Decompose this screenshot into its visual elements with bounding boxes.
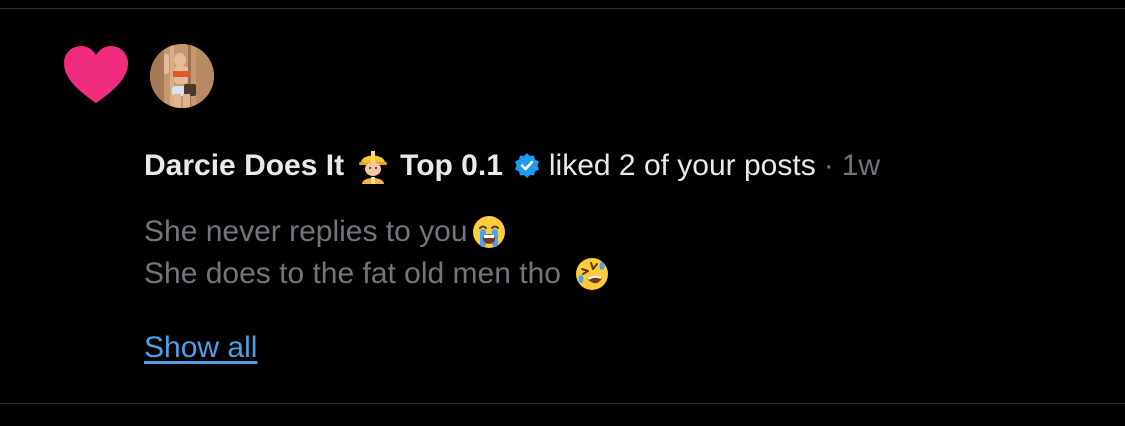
- post-line-text: She never replies to you: [144, 215, 468, 248]
- user-name[interactable]: Darcie Does It: [144, 146, 344, 186]
- separator: ·: [823, 149, 834, 182]
- bottom-divider: [0, 403, 1125, 404]
- post-line: She never replies to you: [144, 211, 609, 253]
- top-divider: [0, 8, 1125, 9]
- avatar[interactable]: [150, 44, 214, 108]
- avatar-image: [150, 44, 214, 108]
- verified-badge-icon: [514, 153, 539, 178]
- action-text: liked 2 of your posts: [548, 149, 816, 182]
- show-all-link[interactable]: Show all: [144, 326, 257, 370]
- construction-worker-emoji: [359, 151, 388, 184]
- post-line: She does to the fat old men tho: [144, 253, 609, 295]
- notification-headline: Darcie Does It Top 0.1 liked 2 of your p…: [144, 146, 880, 186]
- rolling-on-the-floor-laughing-emoji: [575, 258, 608, 290]
- user-name-suffix[interactable]: Top 0.1: [400, 146, 503, 186]
- post-snippet[interactable]: She never replies to you She does to the…: [144, 211, 609, 295]
- loudly-crying-face-emoji: [472, 216, 505, 248]
- heart-icon: [64, 46, 128, 103]
- timestamp: 1w: [841, 149, 881, 182]
- post-line-text: She does to the fat old men tho: [144, 257, 561, 290]
